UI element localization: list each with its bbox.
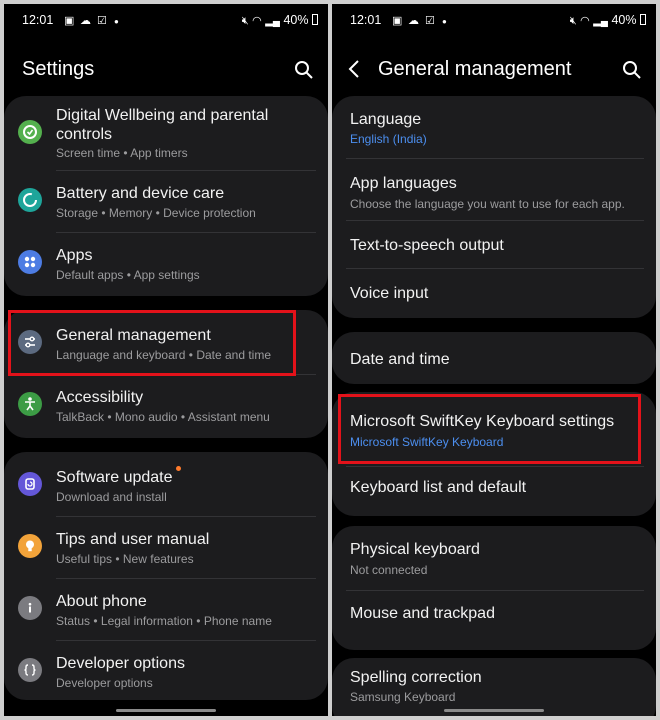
item-label: About phone (56, 593, 147, 610)
item-subtitle: TalkBack • Mono audio • Assistant menu (56, 410, 270, 424)
divider (56, 170, 316, 171)
settings-item-tips[interactable]: Tips and user manual Useful tips • New f… (4, 518, 328, 578)
item-label: Text-to-speech output (350, 237, 504, 254)
item-label: Battery and device care (56, 185, 225, 202)
divider (56, 578, 316, 579)
item-label: Physical keyboard (350, 541, 480, 558)
search-icon[interactable] (622, 60, 642, 80)
signal-icon: ▂▄ (265, 16, 280, 27)
item-label: Date and time (350, 351, 450, 368)
item-subtitle: Developer options (56, 676, 153, 690)
item-label: Spelling correction (350, 669, 482, 686)
item-label: App languages (350, 175, 457, 192)
item-date-and-time[interactable]: Date and time (332, 334, 656, 382)
settings-item-battery[interactable]: Battery and device care Storage • Memory… (4, 172, 328, 232)
item-voice-input[interactable]: Voice input (332, 270, 656, 316)
battery-icon (640, 14, 646, 25)
item-label: Accessibility (56, 389, 144, 406)
item-label: Keyboard list and default (350, 479, 527, 496)
item-label: Developer options (56, 655, 185, 672)
item-subtitle: Not connected (350, 563, 428, 577)
back-arrow-icon[interactable] (346, 58, 362, 80)
item-subtitle: Useful tips • New features (56, 552, 194, 566)
item-subtitle: Default apps • App settings (56, 268, 200, 282)
notification-dot-icon: ● (114, 17, 119, 26)
divider (56, 516, 316, 517)
item-subtitle: Storage • Memory • Device protection (56, 206, 256, 220)
item-subtitle: Status • Legal information • Phone name (56, 614, 272, 628)
check-icon: ☑ (425, 15, 435, 27)
item-subtitle: English (India) (350, 132, 427, 146)
divider (346, 220, 644, 221)
page-title: Settings (22, 58, 95, 80)
divider (56, 232, 316, 233)
mute-icon: 🔇︎ (241, 15, 249, 27)
status-bar: 12:01 ▣ ☁ ☑ ● 🔇︎ ◠ ▂▄ 40% (332, 12, 656, 32)
highlight-box (8, 310, 296, 376)
settings-item-accessibility[interactable]: Accessibility TalkBack • Mono audio • As… (4, 376, 328, 436)
gesture-bar (116, 709, 216, 712)
settings-item-software-update[interactable]: Software update Download and install (4, 456, 328, 516)
battery-level: 40% (611, 13, 637, 27)
wifi-icon: ◠ (580, 15, 590, 27)
check-icon: ☑ (97, 15, 107, 27)
item-label: Software update (56, 469, 173, 486)
item-subtitle: Screen time • App timers (56, 146, 188, 160)
item-label: Apps (56, 247, 93, 264)
item-label: Voice input (350, 285, 429, 302)
item-subtitle: Samsung Keyboard (350, 690, 456, 704)
status-time: 12:01 (350, 13, 382, 27)
braces-icon (18, 658, 42, 682)
info-icon (18, 596, 42, 620)
highlight-box (338, 394, 641, 464)
status-bar: 12:01 ▣ ☁ ☑ ● 🔇︎ ◠ ▂▄ 40% (4, 12, 328, 32)
status-time: 12:01 (22, 13, 54, 27)
item-keyboard-list[interactable]: Keyboard list and default (332, 468, 656, 514)
notification-dot-icon: ● (442, 17, 447, 26)
gallery-icon: ▣ (64, 15, 75, 27)
gallery-icon: ▣ (392, 15, 403, 27)
settings-item-developer-options[interactable]: Developer options Developer options (4, 642, 328, 702)
item-label: Mouse and trackpad (350, 605, 495, 622)
item-physical-keyboard[interactable]: Physical keyboard Not connected (332, 530, 656, 590)
update-badge (176, 466, 181, 471)
cloud-icon: ☁ (408, 15, 419, 27)
settings-item-apps[interactable]: Apps Default apps • App settings (4, 234, 328, 294)
search-icon[interactable] (294, 60, 314, 80)
mute-icon: 🔇︎ (569, 15, 577, 27)
item-text-to-speech[interactable]: Text-to-speech output (332, 222, 656, 268)
item-app-languages[interactable]: App languages Choose the language you wa… (332, 160, 656, 220)
accessibility-icon (18, 392, 42, 416)
item-subtitle: Download and install (56, 490, 167, 504)
item-label: Digital Wellbeing and parental controls (56, 107, 269, 143)
digital-wellbeing-icon (18, 120, 42, 144)
gesture-bar (444, 709, 544, 712)
signal-icon: ▂▄ (593, 16, 608, 27)
battery-icon (312, 14, 318, 25)
device-care-icon (18, 188, 42, 212)
page-title: General management (378, 58, 572, 80)
settings-screen: 12:01 ▣ ☁ ☑ ● 🔇︎ ◠ ▂▄ 40% Settings Digit… (4, 4, 328, 716)
battery-level: 40% (283, 13, 309, 27)
divider (346, 268, 644, 269)
software-update-icon (18, 472, 42, 496)
apps-icon (18, 250, 42, 274)
lightbulb-icon (18, 534, 42, 558)
divider (346, 590, 644, 591)
item-label: Language (350, 111, 422, 128)
general-management-screen: 12:01 ▣ ☁ ☑ ● 🔇︎ ◠ ▂▄ 40% General manage… (332, 4, 656, 716)
divider (56, 640, 316, 641)
item-language[interactable]: Language English (India) (332, 100, 656, 158)
item-subtitle: Choose the language you want to use for … (350, 197, 625, 211)
item-label: Tips and user manual (56, 531, 210, 548)
divider (346, 466, 644, 467)
divider (346, 158, 644, 159)
settings-item-about-phone[interactable]: About phone Status • Legal information •… (4, 580, 328, 640)
item-spelling-correction[interactable]: Spelling correction Samsung Keyboard (332, 662, 656, 712)
wifi-icon: ◠ (252, 15, 262, 27)
item-mouse-and-trackpad[interactable]: Mouse and trackpad (332, 592, 656, 644)
settings-item-digital-wellbeing[interactable]: Digital Wellbeing and parental controls … (4, 100, 328, 168)
cloud-icon: ☁ (80, 15, 91, 27)
